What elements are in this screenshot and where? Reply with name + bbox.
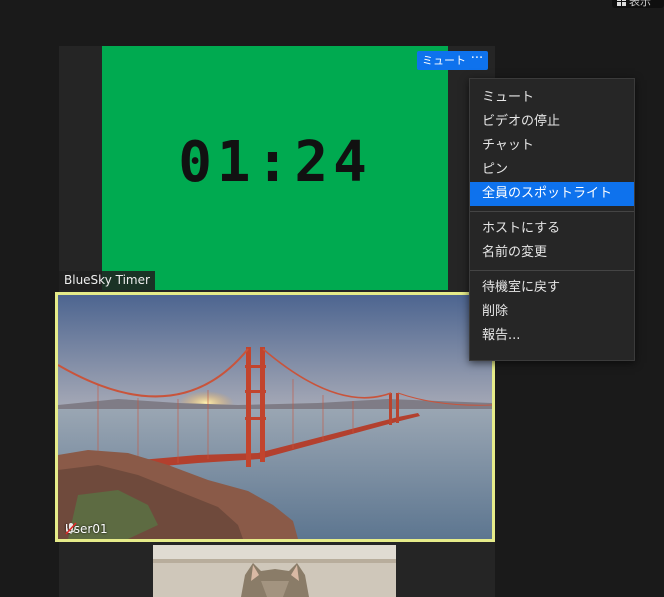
menu-item-rename[interactable]: 名前の変更 bbox=[470, 241, 634, 265]
video-tile-user01[interactable]: User01 bbox=[55, 292, 495, 542]
mic-muted-icon bbox=[65, 522, 77, 535]
cat-video-image bbox=[153, 545, 396, 597]
video-tile-cat[interactable] bbox=[153, 545, 396, 597]
menu-item-remove[interactable]: 削除 bbox=[470, 300, 634, 324]
view-toggle-button[interactable]: 表示 bbox=[612, 0, 664, 8]
menu-item-make-host[interactable]: ホストにする bbox=[470, 217, 634, 241]
view-toggle-label: 表示 bbox=[629, 0, 651, 8]
menu-item-mute[interactable]: ミュート bbox=[470, 86, 634, 110]
menu-item-spotlight-all[interactable]: 全員のスポットライト bbox=[470, 182, 634, 206]
menu-divider bbox=[470, 211, 634, 212]
bridge-video-image bbox=[58, 295, 492, 539]
participant-name-tag: User01 bbox=[65, 522, 108, 536]
menu-divider bbox=[470, 270, 634, 271]
menu-item-pin[interactable]: ピン bbox=[470, 158, 634, 182]
menu-item-report[interactable]: 報告... bbox=[470, 324, 634, 348]
menu-item-stop-video[interactable]: ビデオの停止 bbox=[470, 110, 634, 134]
participant-name-tag: BlueSky Timer bbox=[59, 271, 155, 290]
grid-view-icon bbox=[617, 0, 626, 6]
menu-item-chat[interactable]: チャット bbox=[470, 134, 634, 158]
mute-participant-button[interactable]: ミュート bbox=[417, 51, 471, 70]
participant-context-menu: ミュート ビデオの停止 チャット ピン 全員のスポットライト ホストにする 名前… bbox=[469, 78, 635, 361]
more-options-button[interactable]: ··· bbox=[466, 51, 488, 70]
timer-display: 01:24 bbox=[178, 130, 372, 195]
menu-item-move-to-waiting-room[interactable]: 待機室に戻す bbox=[470, 276, 634, 300]
video-tile-timer[interactable]: 01:24 bbox=[102, 46, 448, 290]
